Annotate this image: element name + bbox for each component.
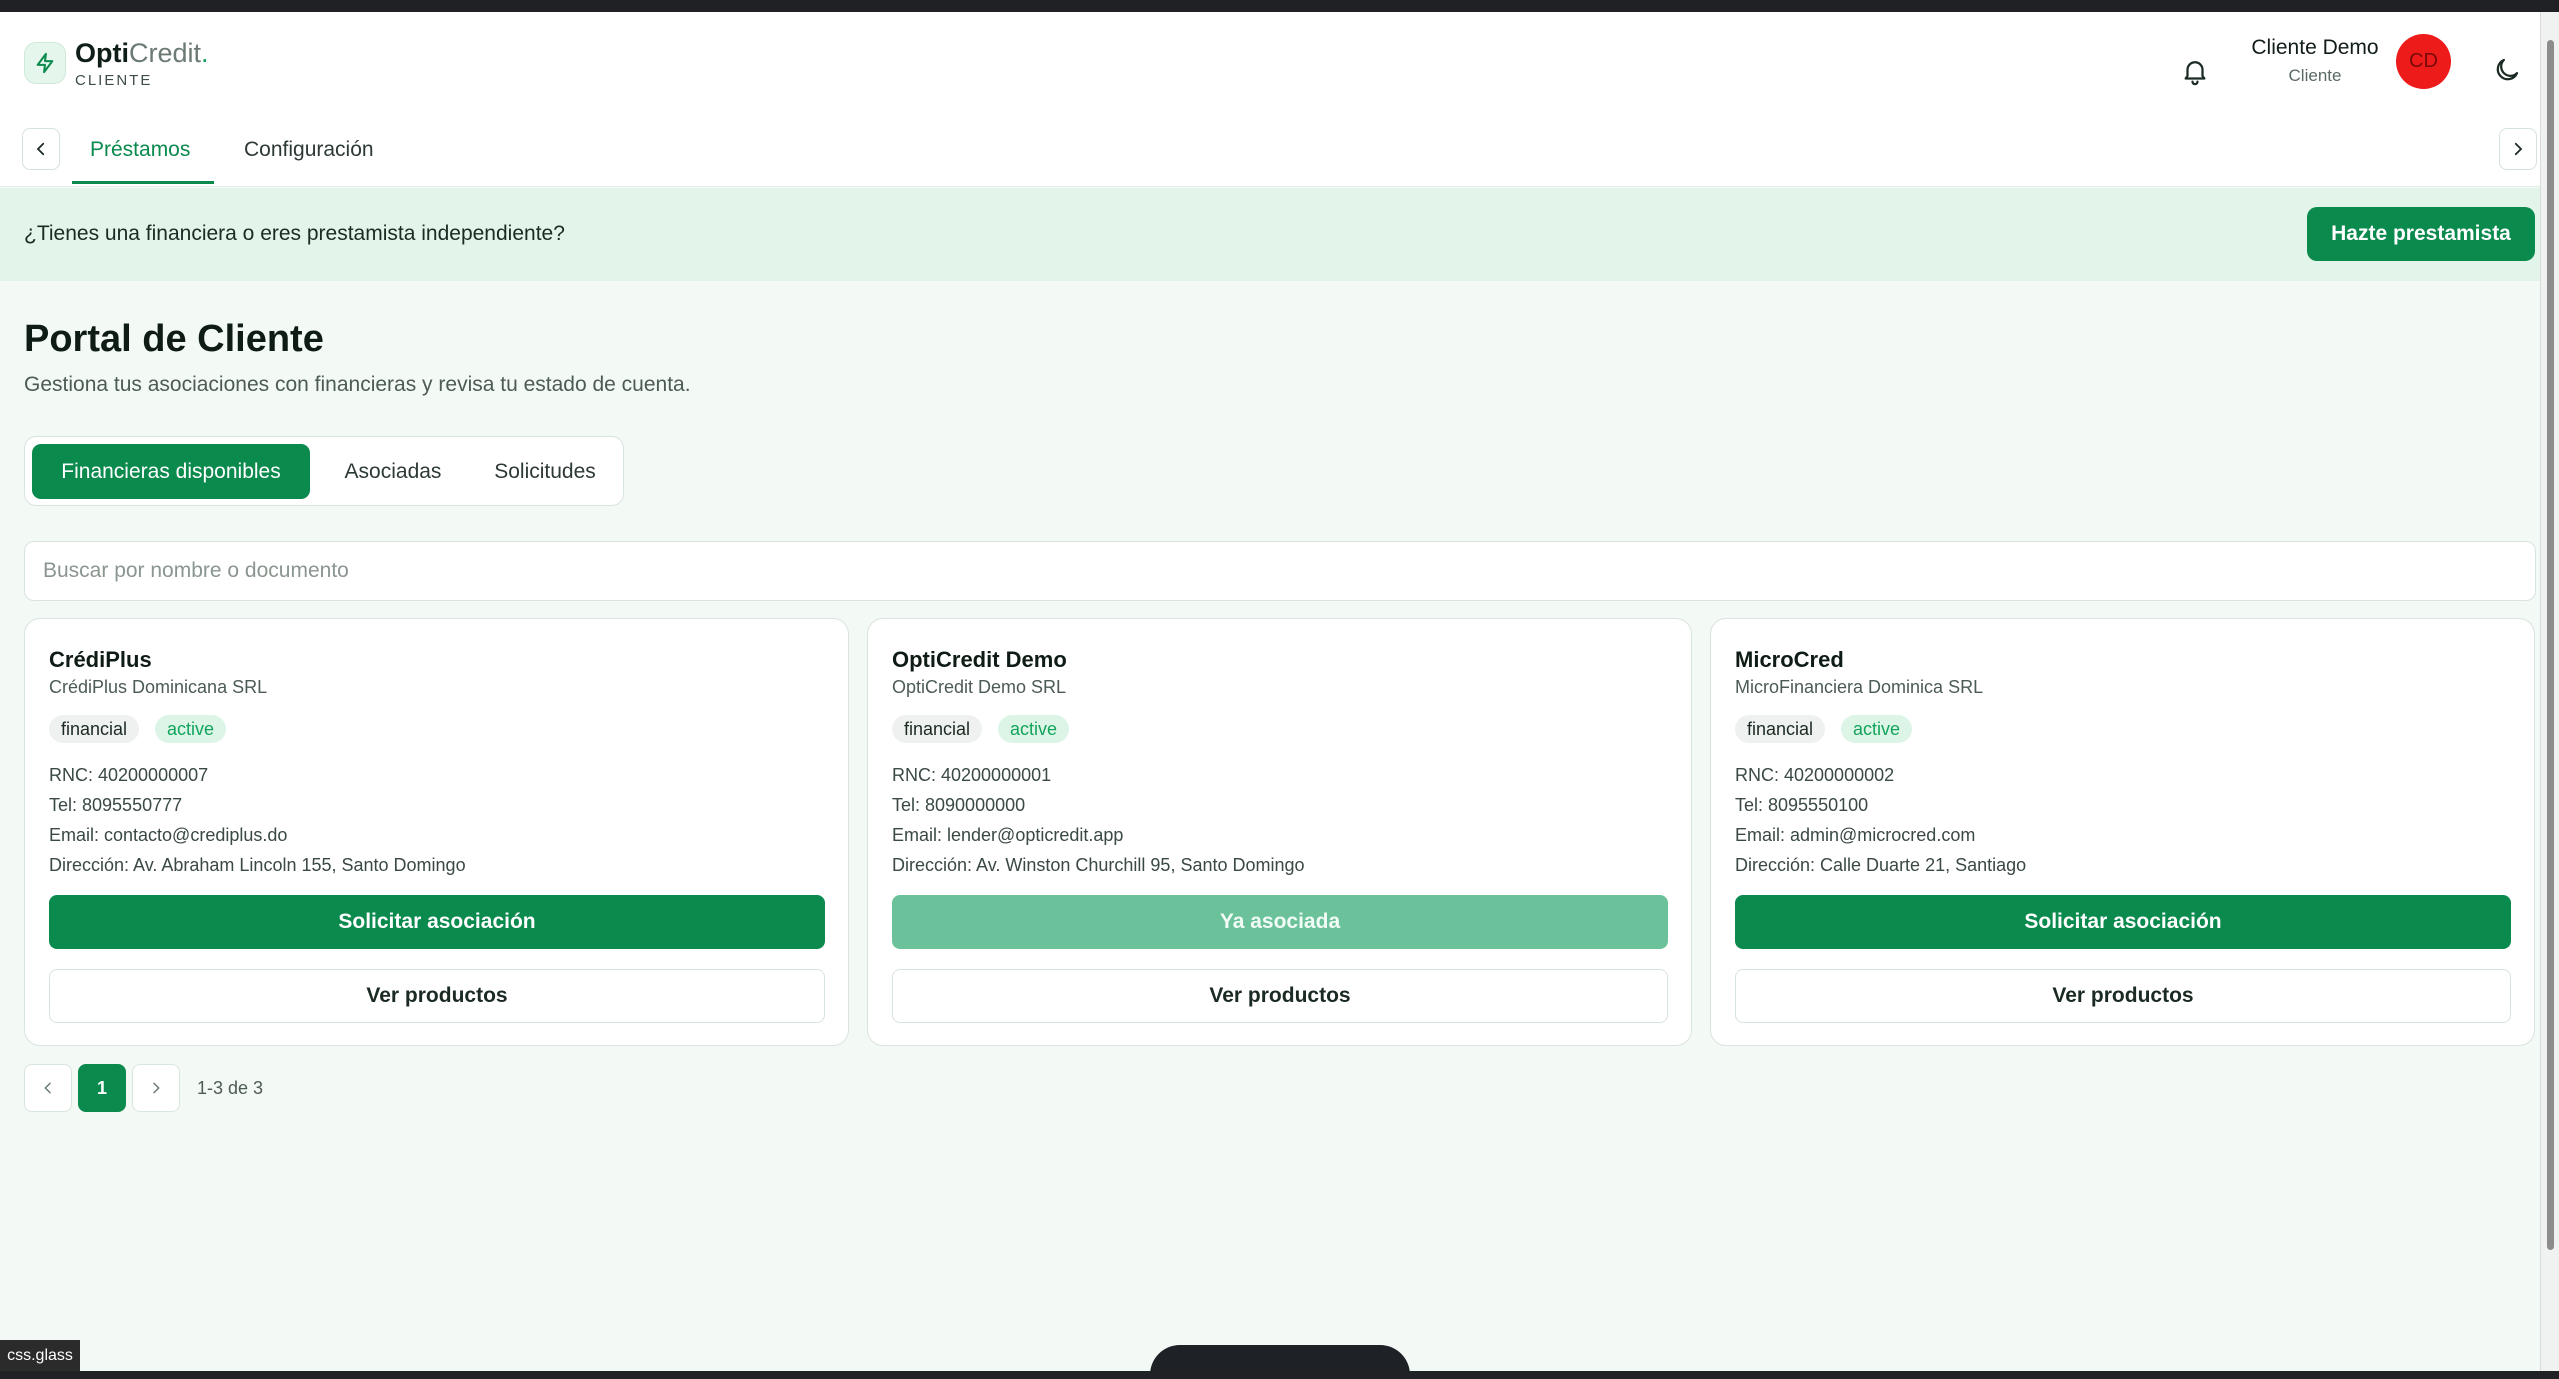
lender-name: OptiCredit Demo	[892, 647, 1067, 672]
lender-type-badge: financial	[892, 715, 983, 743]
css-glass-overlay-label[interactable]: css.glass	[0, 1340, 80, 1371]
tab-financieras-disponibles[interactable]: Financieras disponibles	[32, 444, 310, 499]
avatar[interactable]: CD	[2396, 34, 2451, 89]
view-products-button[interactable]: Ver productos	[1735, 969, 2511, 1023]
brand-dot: .	[201, 38, 209, 68]
chevron-right-icon	[153, 1082, 160, 1094]
search-input[interactable]	[24, 541, 2536, 601]
tab-prestamos[interactable]: Préstamos	[90, 138, 190, 162]
lender-legal-name: CrédiPlus Dominicana SRL	[49, 677, 268, 697]
brand-name-bold: Opti	[75, 38, 129, 68]
lender-legal-name: OptiCredit Demo SRL	[892, 677, 1067, 697]
lender-rnc: RNC: 40200000002	[1735, 765, 1895, 785]
lender-status-badge: active	[998, 715, 1070, 743]
lender-phone: Tel: 8095550100	[1735, 795, 1869, 815]
nav-scroll-right-button[interactable]	[2499, 128, 2537, 170]
lender-card: CrédiPlus CrédiPlus Dominicana SRL finan…	[24, 618, 849, 1046]
lender-promo-banner: ¿Tienes una financiera o eres prestamist…	[0, 188, 2540, 281]
brand-subtitle: CLIENTE	[75, 72, 153, 89]
lender-legal-name: MicroFinanciera Dominica SRL	[1735, 677, 1984, 697]
user-role: Cliente	[2288, 66, 2342, 85]
lender-address: Dirección: Av. Winston Churchill 95, San…	[892, 855, 1305, 875]
view-products-button[interactable]: Ver productos	[49, 969, 825, 1023]
lender-rnc: RNC: 40200000007	[49, 765, 209, 785]
request-association-button[interactable]: Solicitar asociación	[49, 895, 825, 949]
chevron-left-icon	[36, 142, 45, 156]
lender-phone: Tel: 8090000000	[892, 795, 1026, 815]
lender-card: MicroCred MicroFinanciera Dominica SRL f…	[1710, 618, 2535, 1046]
lender-status-badge: active	[155, 715, 227, 743]
lender-rnc: RNC: 40200000001	[892, 765, 1052, 785]
lender-type-badge: financial	[1735, 715, 1826, 743]
lender-name: CrédiPlus	[49, 647, 152, 672]
brand-logo: OptiCredit.	[75, 38, 209, 68]
pagination-page-button[interactable]: 1	[78, 1064, 126, 1112]
request-association-button[interactable]: Solicitar asociación	[1735, 895, 2511, 949]
tab-solicitudes[interactable]: Solicitudes	[475, 444, 615, 499]
browser-top-strip	[0, 0, 2559, 12]
pagination-next-button[interactable]	[132, 1064, 180, 1112]
lender-status-badge: active	[1841, 715, 1913, 743]
lender-email: Email: contacto@crediplus.do	[49, 825, 288, 845]
lender-email: Email: admin@microcred.com	[1735, 825, 1976, 845]
browser-bottom-strip	[0, 1371, 2559, 1379]
view-products-button[interactable]: Ver productos	[892, 969, 1668, 1023]
become-lender-button[interactable]: Hazte prestamista	[2307, 207, 2535, 261]
page-scrollbar-thumb[interactable]	[2547, 40, 2554, 1250]
lender-type-badge: financial	[49, 715, 140, 743]
lender-phone: Tel: 8095550777	[49, 795, 183, 815]
logo-badge[interactable]	[24, 42, 66, 84]
chevron-left-icon	[44, 1082, 51, 1094]
page-title: Portal de Cliente	[24, 318, 324, 360]
chevron-right-icon	[2514, 142, 2523, 156]
active-tab-indicator	[72, 181, 214, 184]
nav-scroll-left-button[interactable]	[22, 128, 60, 170]
already-associated-button: Ya asociada	[892, 895, 1668, 949]
app-header: OptiCredit. CLIENTE Cliente Demo Cliente…	[0, 12, 2540, 187]
lender-name: MicroCred	[1735, 647, 1844, 672]
page-subtitle: Gestiona tus asociaciones con financiera…	[24, 373, 691, 396]
lender-email: Email: lender@opticredit.app	[892, 825, 1124, 845]
lender-address: Dirección: Av. Abraham Lincoln 155, Sant…	[49, 855, 466, 875]
banner-text: ¿Tienes una financiera o eres prestamist…	[24, 222, 565, 245]
tab-asociadas[interactable]: Asociadas	[318, 444, 468, 499]
section-tabs: Financieras disponibles Asociadas Solici…	[24, 436, 624, 506]
pagination-prev-button[interactable]	[24, 1064, 72, 1112]
pagination-summary: 1-3 de 3	[197, 1078, 264, 1098]
bolt-icon	[36, 52, 54, 74]
lender-address: Dirección: Calle Duarte 21, Santiago	[1735, 855, 2027, 875]
tab-configuracion[interactable]: Configuración	[244, 138, 374, 162]
lender-card: OptiCredit Demo OptiCredit Demo SRL fina…	[867, 618, 1692, 1046]
moon-icon[interactable]	[2492, 55, 2522, 85]
brand-name-light: Credit	[129, 38, 202, 68]
